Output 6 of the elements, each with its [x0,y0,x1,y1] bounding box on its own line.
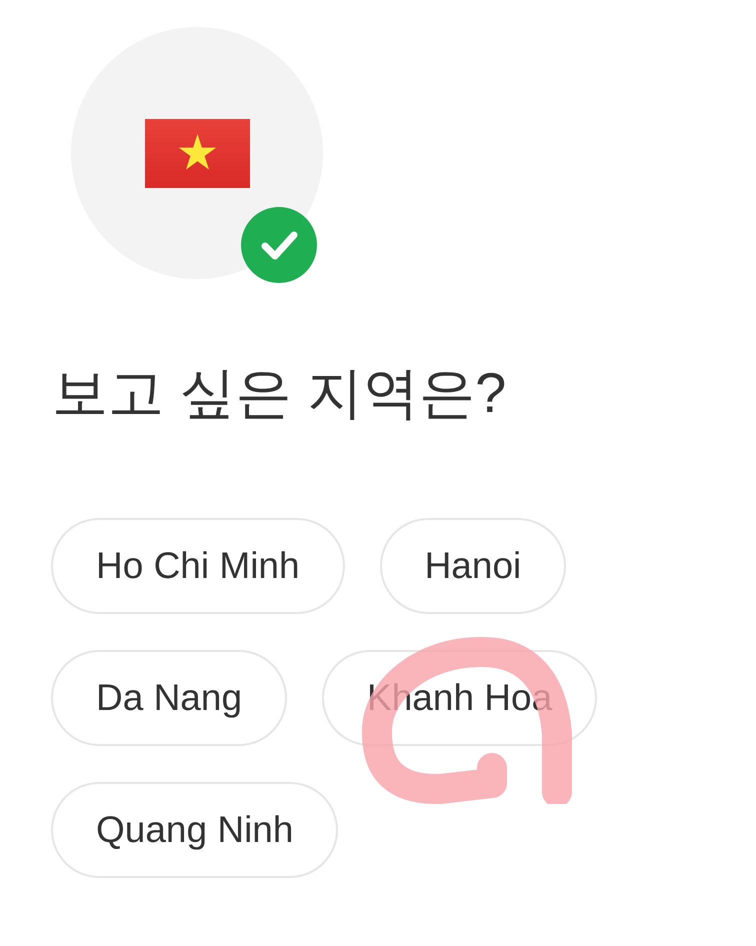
region-chip[interactable]: Da Nang [51,650,288,746]
region-chip[interactable]: Hanoi [380,518,566,614]
flag-icon [144,118,250,188]
region-chip[interactable]: Ho Chi Minh [51,518,345,614]
page-heading: 보고 싶은 지역은? [52,361,506,425]
region-chip[interactable]: Quang Ninh [51,782,338,878]
